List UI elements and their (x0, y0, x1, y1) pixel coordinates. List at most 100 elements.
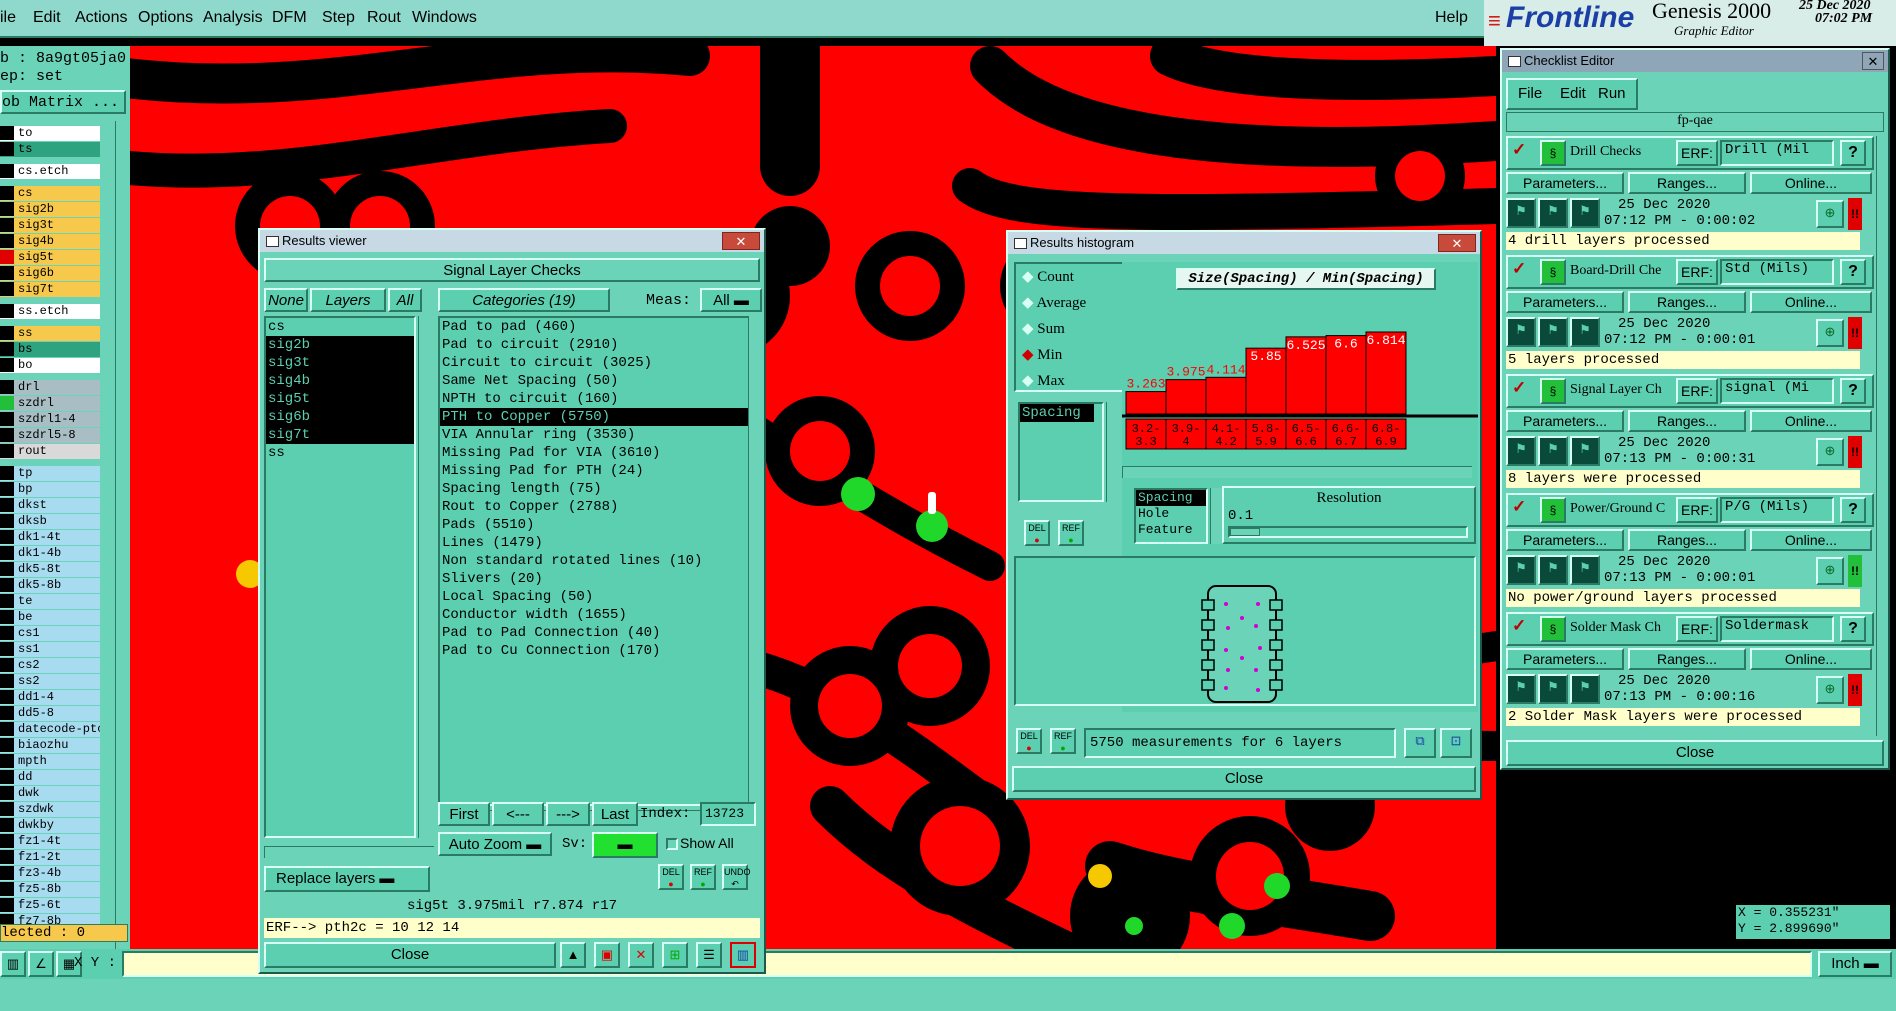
ref-button[interactable]: REF ● (690, 864, 716, 890)
layer-row[interactable]: cs.etch (0, 164, 100, 179)
check-enabled-icon[interactable]: ✓ (1512, 616, 1526, 636)
histogram-titlebar[interactable]: Results histogram (1008, 232, 1480, 254)
menu-help[interactable]: Help (1435, 9, 1468, 27)
layer-select-box[interactable] (0, 186, 14, 200)
job-matrix-button[interactable]: ob Matrix ... (0, 90, 126, 114)
histogram-icon[interactable]: ▥ (730, 942, 756, 968)
layer-row[interactable]: cs (0, 186, 100, 201)
categories-button[interactable]: Categories (19) (438, 288, 610, 312)
layer-row[interactable]: dwk (0, 786, 100, 801)
layer-select-box[interactable] (0, 546, 14, 560)
close-icon[interactable]: ✕ (1438, 234, 1476, 252)
layer-select-box[interactable] (0, 802, 14, 816)
sv-color-select[interactable]: ▬ (592, 832, 658, 858)
erf-field[interactable]: P/G (Mils) (1720, 497, 1834, 523)
meas-select[interactable]: All ▬ (700, 288, 762, 312)
menu-run[interactable]: Run (1598, 85, 1626, 102)
layer-row[interactable]: fz1-4t (0, 834, 100, 849)
measure-spacing[interactable]: Spacing (1020, 404, 1094, 422)
layer-row[interactable]: dkst (0, 498, 100, 513)
layer-row[interactable]: szdrl5-8 (0, 428, 100, 443)
layer-select-box[interactable] (0, 282, 14, 296)
layer-select-box[interactable] (0, 234, 14, 248)
layer-select-box[interactable] (0, 690, 14, 704)
zoom-select-icon[interactable]: ⧉ (1404, 728, 1436, 758)
layer-row[interactable]: bo (0, 358, 100, 373)
tool-icon[interactable]: ▥ (0, 951, 26, 977)
layer-row[interactable]: szdrl1-4 (0, 412, 100, 427)
menu-options[interactable]: Options (138, 9, 193, 27)
layer-select-box[interactable] (0, 266, 14, 280)
menu-edit[interactable]: Edit (1560, 85, 1586, 102)
layer-row[interactable]: sig4b (0, 234, 100, 249)
layer-select-box[interactable] (0, 786, 14, 800)
layer-select-box[interactable] (0, 770, 14, 784)
zoom-results-icon[interactable]: ⊕ (1816, 200, 1844, 228)
zoom-results-icon[interactable]: ⊕ (1816, 438, 1844, 466)
layer-row[interactable]: te (0, 594, 100, 609)
units-select[interactable]: Inch ▬ (1818, 951, 1892, 977)
layer-select-box[interactable] (0, 882, 14, 896)
none-button[interactable]: None (264, 288, 308, 312)
layer-hscrollbar[interactable] (264, 846, 434, 858)
category-item[interactable]: Pad to Pad Connection (40) (440, 624, 752, 642)
menu-edit[interactable]: Edit (33, 9, 61, 27)
zoom-results-icon[interactable]: ⊕ (1816, 676, 1844, 704)
type-spacing[interactable]: Spacing (1136, 490, 1206, 506)
layer-row[interactable]: bp (0, 482, 100, 497)
layer-select-box[interactable] (0, 738, 14, 752)
layer-row[interactable]: szdwk (0, 802, 100, 817)
layer-select-box[interactable] (0, 142, 14, 156)
erf-button[interactable]: ERF: (1676, 378, 1718, 404)
show-all-checkbox[interactable] (666, 838, 678, 850)
parameters-button[interactable]: Parameters... (1506, 172, 1624, 194)
layer-row[interactable]: dd5-8 (0, 706, 100, 721)
layer-select-box[interactable] (0, 658, 14, 672)
layer-row[interactable]: cs2 (0, 658, 100, 673)
layer-select-box[interactable] (0, 444, 14, 458)
parameters-button[interactable]: Parameters... (1506, 648, 1624, 670)
auto-zoom-select[interactable]: Auto Zoom ▬ (438, 832, 552, 856)
help-icon[interactable]: ? (1840, 616, 1866, 642)
online-button[interactable]: Online... (1750, 410, 1872, 432)
undo-button[interactable]: UNDO ↶ (722, 864, 751, 890)
layer-select-box[interactable] (0, 642, 14, 656)
type-feature[interactable]: Feature (1136, 522, 1206, 538)
online-button[interactable]: Online... (1750, 648, 1872, 670)
layer-select-box[interactable] (0, 326, 14, 340)
run-selected-icon[interactable]: ⚑ (1538, 198, 1568, 228)
type-scrollbar[interactable] (1210, 488, 1222, 544)
layer-row[interactable]: biaozhu (0, 738, 100, 753)
ranges-button[interactable]: Ranges... (1628, 529, 1746, 551)
results-close-button[interactable]: Close (264, 942, 556, 968)
result-layer-item[interactable]: sig5t (266, 390, 414, 408)
layer-row[interactable]: sig2b (0, 202, 100, 217)
layer-select-box[interactable] (0, 428, 14, 442)
result-layer-item[interactable]: ss (266, 444, 414, 462)
layer-select-box[interactable] (0, 818, 14, 832)
layer-select-box[interactable] (0, 610, 14, 624)
layers-button[interactable]: Layers (310, 288, 386, 312)
run-all-icon[interactable]: ⚑ (1570, 198, 1600, 228)
erf-button[interactable]: ERF: (1676, 616, 1718, 642)
layer-row[interactable]: sig5t (0, 250, 100, 265)
layer-select-box[interactable] (0, 754, 14, 768)
layer-row[interactable]: ss2 (0, 674, 100, 689)
category-item[interactable]: Local Spacing (50) (440, 588, 752, 606)
ranges-button[interactable]: Ranges... (1628, 172, 1746, 194)
category-item[interactable]: Pad to pad (460) (440, 318, 752, 336)
layer-select-box[interactable] (0, 498, 14, 512)
run-icon[interactable]: ⚑ (1506, 674, 1536, 704)
layer-row[interactable]: dk5-8t (0, 562, 100, 577)
category-item[interactable]: Missing Pad for VIA (3610) (440, 444, 752, 462)
layer-row[interactable]: tp (0, 466, 100, 481)
stat-option-sum[interactable]: ◆ Sum (1016, 316, 1124, 342)
type-hole[interactable]: Hole (1136, 506, 1206, 522)
erf-button[interactable]: ERF: (1676, 497, 1718, 523)
layer-scrollbar[interactable] (418, 316, 430, 838)
count-icon[interactable]: ⊞ (662, 942, 688, 968)
hist-ref2-button[interactable]: REF ● (1050, 728, 1076, 754)
results-viewer-titlebar[interactable]: Results viewer (260, 230, 764, 252)
run-selected-icon[interactable]: ⚑ (1538, 317, 1568, 347)
layer-row[interactable]: ss.etch (0, 304, 100, 319)
